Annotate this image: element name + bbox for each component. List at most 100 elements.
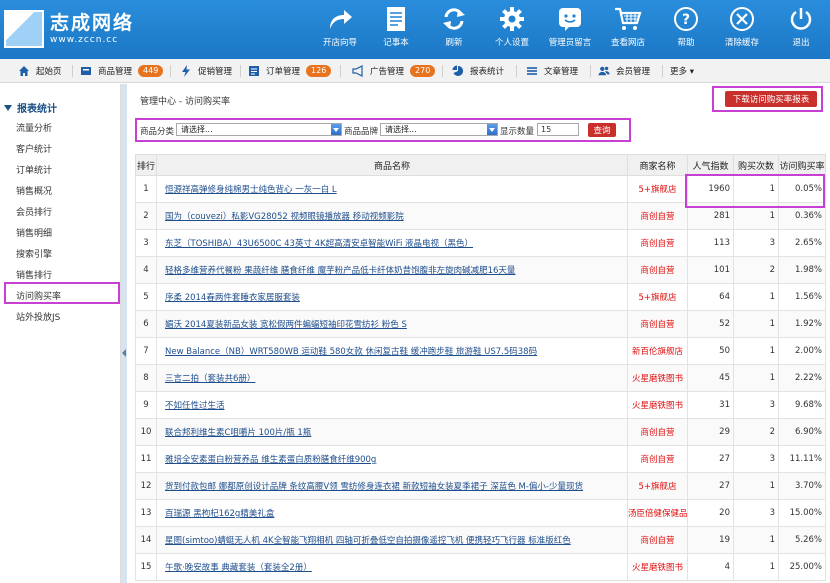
nav-divider: [170, 65, 171, 77]
col-purchase-rate[interactable]: 访问购买率: [778, 154, 826, 176]
query-button[interactable]: 查询: [588, 123, 616, 137]
top-nav-label: 退出: [792, 38, 810, 48]
rank-cell: 4: [135, 256, 157, 284]
order-count-badge: 126: [306, 65, 332, 77]
product-link[interactable]: 货到付款包邮 娜都原创设计品牌 条纹高腰V领 雪纺修身连衣裙 新款短袖女装夏季裙…: [156, 472, 628, 500]
nav-articles[interactable]: 文章管理: [526, 59, 578, 83]
store-name-cell: 汤臣倍健保健品: [627, 499, 688, 527]
logo[interactable]: 志成网络 www.zccn.cc: [4, 6, 144, 52]
popularity-cell: 29: [687, 418, 734, 446]
product-link[interactable]: 东芝（TOSHIBA）43U6500C 43英寸 4K超高清安卓智能WiFi 液…: [156, 229, 628, 257]
nav-promotions[interactable]: 促销管理: [180, 59, 232, 83]
sidebar-item-sales-ranking[interactable]: 销售排行: [16, 268, 52, 281]
top-nav-setup-wizard[interactable]: 开店向导: [312, 0, 368, 59]
popularity-cell: 4: [687, 553, 734, 581]
sidebar-item-traffic-analysis[interactable]: 流量分析: [16, 121, 52, 134]
category-label: 商品分类: [140, 127, 175, 137]
product-link[interactable]: 星图(simtoo)蜻蜓无人机 4K全智能飞翔相机 四轴可折叠低空自拍摄像遥控飞…: [156, 526, 628, 554]
top-header: 志成网络 www.zccn.cc 开店向导 记事本 刷新 个人设置 管理员留言: [0, 0, 830, 59]
sidebar-item-customer-stats[interactable]: 客户统计: [16, 142, 52, 155]
product-link[interactable]: 百瑞源 黑枸杞162g精美礼盒: [156, 499, 628, 527]
product-link[interactable]: 雅培全安素蛋白粉营养品 维生素蛋白质粉膳食纤维900g: [156, 445, 628, 473]
nav-home[interactable]: 起始页: [18, 59, 62, 83]
nav-divider: [516, 65, 517, 77]
table-row: 15 午歌·晚安故事 典藏套装（套装全2册） 火星磨铁图书 4 1 25.00%: [135, 553, 826, 581]
brand-select[interactable]: 请选择...: [380, 123, 498, 136]
count-input[interactable]: 15: [537, 123, 579, 136]
visit-purchase-table: 排行 商品名称 商家名称 人气指数 购买次数 访问购买率 1 恒源祥高弹修身纯棉男…: [135, 154, 826, 581]
svg-text:?: ?: [682, 12, 690, 28]
table-header-row: 排行 商品名称 商家名称 人气指数 购买次数 访问购买率: [135, 154, 826, 176]
purchase-rate-cell: 15.00%: [778, 499, 826, 527]
help-icon: ?: [671, 6, 701, 32]
product-link[interactable]: 三言二拍（套装共6册）: [156, 364, 628, 392]
product-link[interactable]: 午歌·晚安故事 典藏套装（套装全2册）: [156, 553, 628, 581]
top-nav-refresh[interactable]: 刷新: [426, 0, 482, 59]
product-link[interactable]: 媚沃 2014夏装新品女装 宽松假两件蝙蝠短袖印花雪纺衫 粉色 S: [156, 310, 628, 338]
chevron-left-icon[interactable]: [122, 349, 126, 357]
top-nav-notepad[interactable]: 记事本: [368, 0, 424, 59]
sidebar-item-sales-overview[interactable]: 销售概况: [16, 184, 52, 197]
top-nav-help[interactable]: ? 帮助: [658, 0, 714, 59]
purchase-count-cell: 1: [733, 337, 779, 365]
nav-more[interactable]: 更多 ▾: [670, 59, 694, 83]
rank-cell: 3: [135, 229, 157, 257]
sidebar-item-search-engine[interactable]: 搜索引擎: [16, 247, 52, 260]
top-nav-label: 开店向导: [322, 38, 357, 48]
popularity-cell: 27: [687, 472, 734, 500]
top-nav-label: 清除缓存: [724, 38, 759, 48]
nav-orders[interactable]: 订单管理 126: [248, 59, 332, 83]
col-popularity[interactable]: 人气指数: [687, 154, 734, 176]
col-purchase-count[interactable]: 购买次数: [733, 154, 779, 176]
nav-divider: [240, 65, 241, 77]
sidebar-item-member-ranking[interactable]: 会员排行: [16, 205, 52, 218]
sidebar-item-offsite-js[interactable]: 站外投放JS: [16, 310, 60, 323]
nav-label: 文章管理: [544, 67, 579, 77]
nav-divider: [442, 65, 443, 77]
top-nav-clear-cache[interactable]: 清除缓存: [714, 0, 770, 59]
category-select[interactable]: 请选择...: [176, 123, 342, 136]
col-product-name[interactable]: 商品名称: [156, 154, 628, 176]
product-link[interactable]: 国为（couvezi）私影VG28052 视频眼镜播放器 移动视频影院: [156, 202, 628, 230]
product-link[interactable]: 轻格多维营养代餐粉 果蔬纤维 膳食纤维 魔芋粉产品低卡纤体奶昔饱腹非左旋肉碱减肥…: [156, 256, 628, 284]
product-link[interactable]: 不如任性过生活: [156, 391, 628, 419]
product-link[interactable]: 恒源祥高弹修身纯棉男士纯色背心 一灰一白 L: [156, 175, 628, 203]
product-link[interactable]: 序柔 2014春两件套睡衣家居服套装: [156, 283, 628, 311]
product-link[interactable]: New Balance（NB）WRT580WB 运动鞋 580女款 休闲复古鞋 …: [156, 337, 628, 365]
sidebar-item-order-stats[interactable]: 订单统计: [16, 163, 52, 176]
rank-cell: 6: [135, 310, 157, 338]
col-store-name[interactable]: 商家名称: [627, 154, 688, 176]
col-rank[interactable]: 排行: [135, 154, 157, 176]
nav-label: 广告管理: [370, 67, 405, 77]
purchase-count-cell: 1: [733, 472, 779, 500]
store-name-cell: 商创自营: [627, 229, 688, 257]
top-nav-label: 查看网店: [610, 38, 645, 48]
sidebar-item-sales-detail[interactable]: 销售明细: [16, 226, 52, 239]
popularity-cell: 50: [687, 337, 734, 365]
download-report-button[interactable]: 下载访问购买率报表: [725, 91, 817, 107]
top-nav-logout[interactable]: 退出: [773, 0, 829, 59]
home-icon: [18, 65, 30, 77]
nav-reports[interactable]: 报表统计: [452, 59, 504, 83]
purchase-rate-cell: 9.68%: [778, 391, 826, 419]
nav-ads[interactable]: 广告管理 270: [352, 59, 436, 83]
rank-cell: 13: [135, 499, 157, 527]
purchase-count-cell: 3: [733, 391, 779, 419]
top-nav-personal-settings[interactable]: 个人设置: [484, 0, 540, 59]
sidebar-title[interactable]: 报表统计: [4, 100, 57, 115]
purchase-count-cell: 3: [733, 229, 779, 257]
popularity-cell: 20: [687, 499, 734, 527]
category-select-value: 请选择...: [181, 125, 213, 134]
nav-products[interactable]: 商品管理 449: [80, 59, 164, 83]
purchase-rate-cell: 2.00%: [778, 337, 826, 365]
ad-count-badge: 270: [410, 65, 436, 77]
top-nav-view-store[interactable]: 查看网店: [600, 0, 656, 59]
popularity-cell: 113: [687, 229, 734, 257]
main-content: 管理中心 - 访问购买率 下载访问购买率报表 商品分类 请选择... 商品品牌 …: [128, 84, 830, 583]
store-name-cell: 5+旗舰店: [627, 472, 688, 500]
sidebar-collapse-strip[interactable]: [121, 84, 127, 583]
nav-members[interactable]: 会员管理: [598, 59, 650, 83]
top-nav-admin-message[interactable]: 管理员留言: [542, 0, 598, 59]
table-row: 14 星图(simtoo)蜻蜓无人机 4K全智能飞翔相机 四轴可折叠低空自拍摄像遥…: [135, 526, 826, 554]
product-link[interactable]: 联合邦利维生素C咀嚼片 100片/瓶 1瓶: [156, 418, 628, 446]
